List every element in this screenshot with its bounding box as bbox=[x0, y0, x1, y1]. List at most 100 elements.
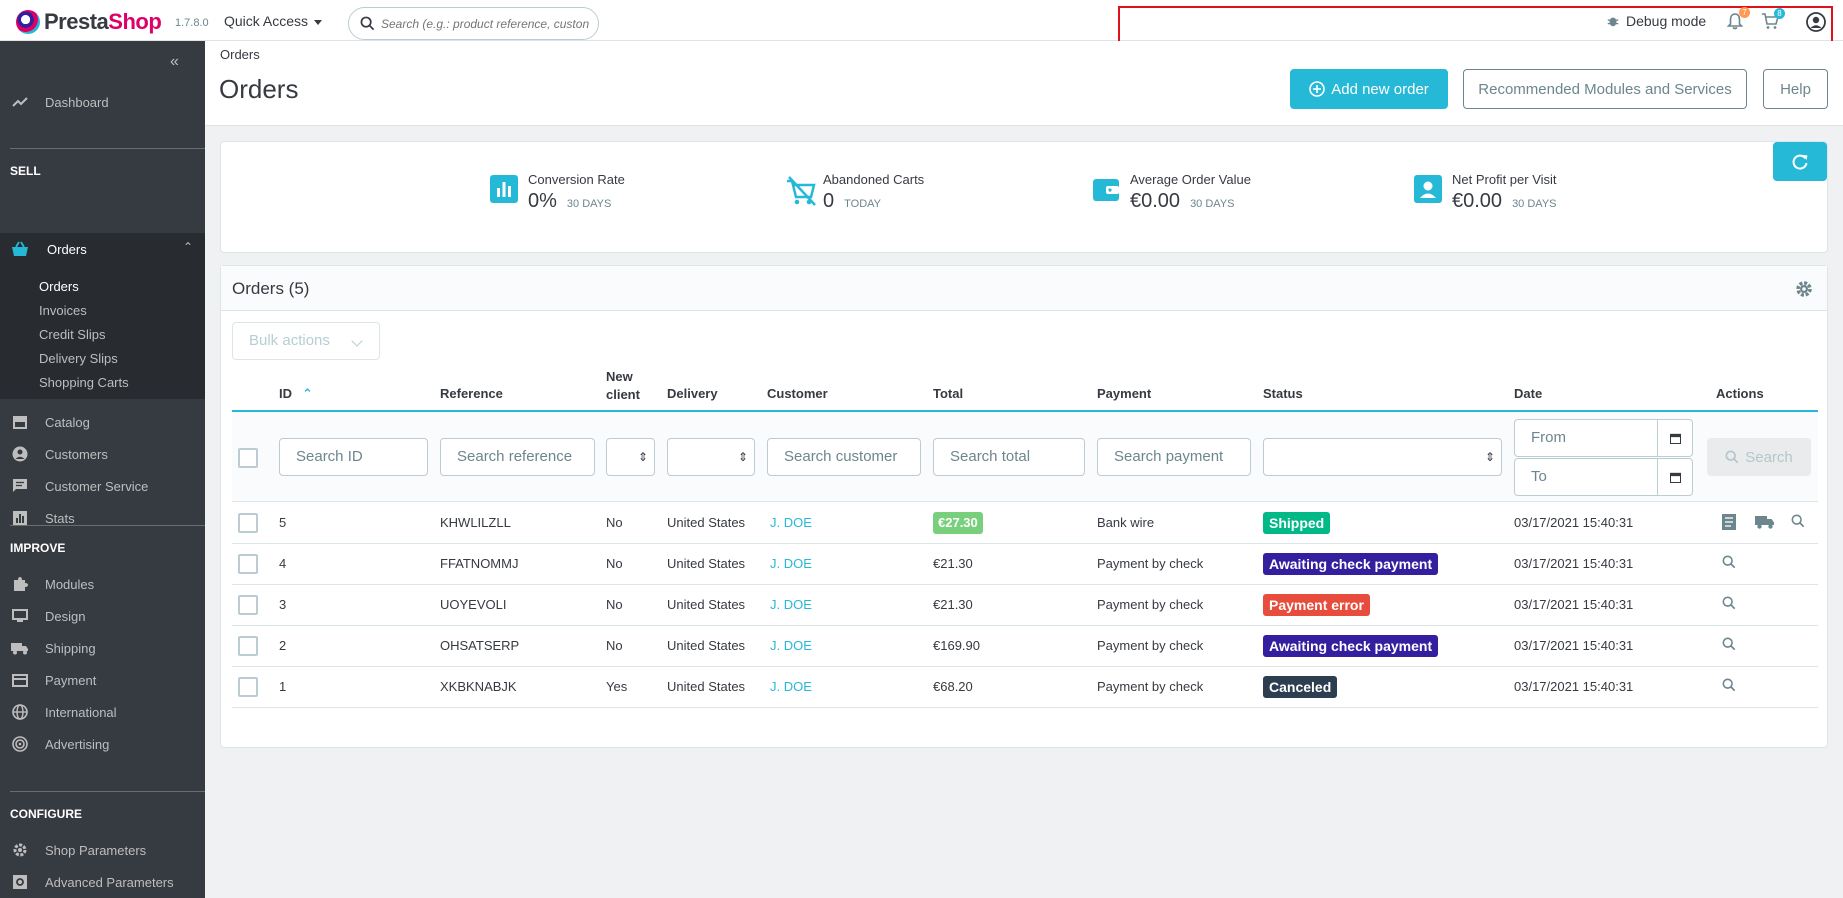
column-header-status[interactable]: Status bbox=[1263, 386, 1303, 401]
filter-payment-input[interactable]: Search payment bbox=[1097, 438, 1251, 476]
submenu-orders[interactable]: Orders bbox=[39, 279, 79, 294]
order-id: 4 bbox=[279, 556, 287, 571]
order-customer-link[interactable]: J. DOE bbox=[770, 597, 812, 612]
sidebar-item-stats[interactable]: Stats bbox=[0, 503, 205, 533]
row-checkbox[interactable] bbox=[238, 595, 258, 615]
sidebar-divider bbox=[10, 791, 205, 792]
filter-date-to[interactable]: To bbox=[1514, 458, 1693, 496]
sidebar-item-advertising[interactable]: Advertising bbox=[0, 729, 205, 759]
account-button[interactable] bbox=[1806, 12, 1826, 35]
filter-date-from[interactable]: From bbox=[1514, 419, 1693, 457]
sidebar-item-orders[interactable]: Orders ⌃ bbox=[0, 234, 205, 264]
order-id: 5 bbox=[279, 515, 287, 530]
breadcrumb[interactable]: Orders bbox=[220, 47, 260, 62]
logo-text-shop: Shop bbox=[108, 9, 162, 34]
submenu-delivery-slips[interactable]: Delivery Slips bbox=[39, 351, 118, 366]
notifications-button[interactable]: 7 bbox=[1726, 7, 1750, 33]
filter-delivery-select[interactable] bbox=[667, 438, 755, 476]
filter-customer-input[interactable]: Search customer bbox=[767, 438, 921, 476]
submenu-shopping-carts[interactable]: Shopping Carts bbox=[39, 375, 129, 390]
sidebar-label: Shop Parameters bbox=[45, 842, 147, 858]
collapse-sidebar-icon[interactable]: « bbox=[170, 53, 179, 71]
kpi-net-profit-per-visit[interactable]: Net Profit per Visit €0.00 30 DAYS bbox=[1414, 172, 1557, 213]
sidebar-item-catalog[interactable]: Catalog bbox=[0, 407, 205, 437]
row-checkbox[interactable] bbox=[238, 677, 258, 697]
help-button[interactable]: Help bbox=[1763, 69, 1828, 109]
order-status-badge[interactable]: Payment error bbox=[1263, 594, 1370, 616]
invoice-icon[interactable] bbox=[1722, 514, 1736, 533]
kpi-average-order-value[interactable]: Average Order Value €0.00 30 DAYS bbox=[1092, 172, 1251, 213]
select-all-checkbox[interactable] bbox=[238, 448, 258, 468]
filter-reference-input[interactable]: Search reference bbox=[440, 438, 595, 476]
sidebar-label: Catalog bbox=[45, 414, 90, 430]
debug-mode-link[interactable]: Debug mode bbox=[1606, 13, 1706, 29]
view-icon[interactable] bbox=[1722, 596, 1736, 613]
quick-access-dropdown[interactable]: Quick Access bbox=[224, 13, 322, 29]
order-customer-link[interactable]: J. DOE bbox=[770, 638, 812, 653]
filter-id-input[interactable]: Search ID bbox=[279, 438, 428, 476]
column-header-reference[interactable]: Reference bbox=[440, 386, 503, 401]
filter-new-client-select[interactable] bbox=[606, 438, 655, 476]
order-customer-link[interactable]: J. DOE bbox=[770, 679, 812, 694]
order-status-badge[interactable]: Shipped bbox=[1263, 512, 1331, 534]
order-status-badge[interactable]: Awaiting check payment bbox=[1263, 635, 1439, 657]
column-header-id[interactable]: ID ⌃ bbox=[279, 386, 313, 402]
sidebar-item-dashboard[interactable]: Dashboard bbox=[0, 87, 205, 117]
order-customer-link[interactable]: J. DOE bbox=[770, 515, 812, 530]
sidebar-item-shop-parameters[interactable]: Shop Parameters bbox=[0, 835, 205, 865]
order-date: 03/17/2021 15:40:31 bbox=[1514, 515, 1634, 530]
column-header-payment[interactable]: Payment bbox=[1097, 386, 1151, 401]
orders-notifications-button[interactable]: 8 bbox=[1761, 8, 1785, 33]
row-checkbox[interactable] bbox=[238, 513, 258, 533]
table-row[interactable]: 1 XKBKNABJK Yes United States J. DOE €68.20 Pa… bbox=[232, 667, 1818, 708]
add-new-order-button[interactable]: Add new order bbox=[1290, 69, 1448, 109]
recommended-modules-button[interactable]: Recommended Modules and Services bbox=[1463, 69, 1747, 109]
row-checkbox[interactable] bbox=[238, 636, 258, 656]
sidebar-item-design[interactable]: Design bbox=[0, 601, 205, 631]
sort-asc-icon: ⌃ bbox=[302, 386, 313, 401]
column-header-date[interactable]: Date bbox=[1514, 386, 1542, 401]
view-icon[interactable] bbox=[1722, 678, 1736, 695]
gear-icon[interactable] bbox=[1795, 280, 1813, 301]
view-icon[interactable] bbox=[1722, 555, 1736, 572]
calendar-icon[interactable] bbox=[1657, 459, 1692, 495]
calendar-icon[interactable] bbox=[1657, 420, 1692, 456]
prestashop-logo[interactable]: PrestaShop bbox=[16, 9, 162, 35]
sidebar-item-international[interactable]: International bbox=[0, 697, 205, 727]
refresh-kpi-button[interactable] bbox=[1773, 142, 1827, 181]
view-icon[interactable] bbox=[1722, 637, 1736, 654]
filter-total-input[interactable]: Search total bbox=[933, 438, 1085, 476]
sidebar-item-shipping[interactable]: Shipping bbox=[0, 633, 205, 663]
table-row[interactable]: 4 FFATNOMMJ No United States J. DOE €21.30 Pay… bbox=[232, 544, 1818, 585]
view-icon[interactable] bbox=[1791, 514, 1805, 531]
row-checkbox[interactable] bbox=[238, 554, 258, 574]
table-row[interactable]: 2 OHSATSERP No United States J. DOE €169.90 Pa… bbox=[232, 626, 1818, 667]
submenu-credit-slips[interactable]: Credit Slips bbox=[39, 327, 105, 342]
order-status-badge[interactable]: Awaiting check payment bbox=[1263, 553, 1439, 575]
column-header-new-client[interactable]: New client bbox=[606, 368, 640, 404]
sidebar-item-modules[interactable]: Modules bbox=[0, 569, 205, 599]
header-search-input[interactable] bbox=[381, 14, 591, 34]
sidebar-item-customer-service[interactable]: Customer Service bbox=[0, 471, 205, 501]
column-header-delivery[interactable]: Delivery bbox=[667, 386, 718, 401]
header-search[interactable] bbox=[348, 7, 599, 40]
truck-icon[interactable] bbox=[1755, 514, 1775, 532]
bulk-actions-button[interactable]: Bulk actions bbox=[232, 322, 380, 360]
sidebar-item-payment[interactable]: Payment bbox=[0, 665, 205, 695]
settings-icon bbox=[11, 841, 29, 859]
order-delivery: United States bbox=[667, 556, 746, 571]
sidebar-item-advanced-parameters[interactable]: Advanced Parameters bbox=[0, 867, 205, 897]
sidebar-item-customers[interactable]: Customers bbox=[0, 439, 205, 469]
kpi-conversion-rate[interactable]: Conversion Rate 0% 30 DAYS bbox=[490, 172, 625, 213]
order-status-badge[interactable]: Canceled bbox=[1263, 676, 1338, 698]
order-customer-link[interactable]: J. DOE bbox=[770, 556, 812, 571]
submenu-invoices[interactable]: Invoices bbox=[39, 303, 87, 318]
table-row[interactable]: 5 KHWLILZLL No United States J. DOE €27.30 Ban… bbox=[232, 503, 1818, 544]
column-header-customer[interactable]: Customer bbox=[767, 386, 828, 401]
table-row[interactable]: 3 UOYEVOLI No United States J. DOE €21.30 Paym… bbox=[232, 585, 1818, 626]
order-payment: Bank wire bbox=[1097, 515, 1155, 530]
filter-status-select[interactable] bbox=[1263, 438, 1502, 476]
filter-search-button[interactable]: Search bbox=[1707, 438, 1811, 476]
column-header-total[interactable]: Total bbox=[933, 386, 963, 401]
kpi-abandoned-carts[interactable]: Abandoned Carts 0 TODAY bbox=[785, 172, 924, 213]
